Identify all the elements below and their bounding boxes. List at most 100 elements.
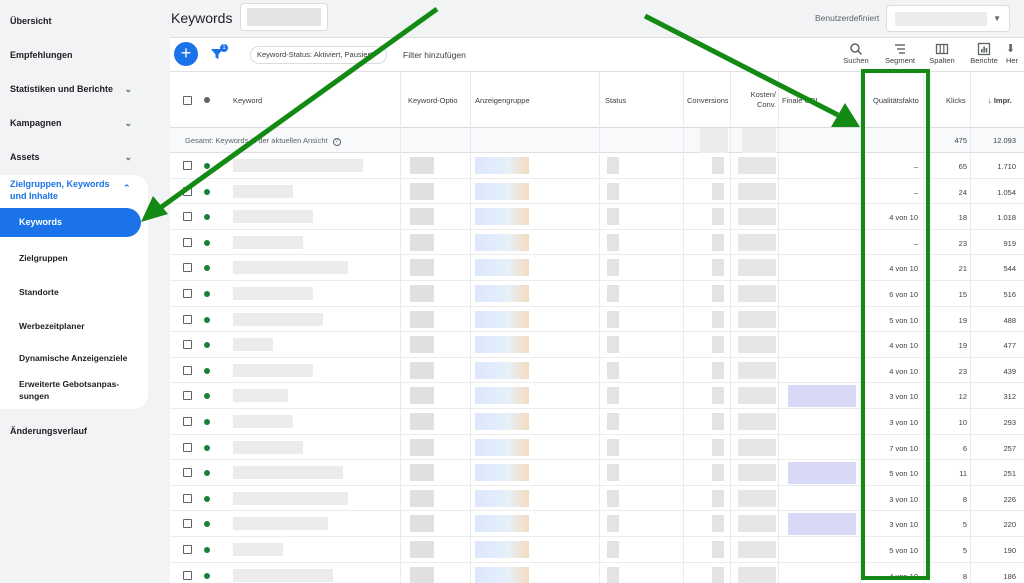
reports-button[interactable]: Berichte <box>966 42 1002 65</box>
redacted-ad-group <box>475 566 529 583</box>
row-checkbox[interactable] <box>183 161 192 170</box>
impressions-cell: 919 <box>1003 238 1016 248</box>
redacted-ad-group <box>475 541 529 558</box>
sort-desc-icon: ↓ <box>988 96 992 105</box>
clicks-cell: 15 <box>958 290 967 299</box>
date-range-select[interactable]: ▼ <box>886 5 1010 32</box>
sidebar-item-stats[interactable]: Statistiken und Berichte ⌄ <box>0 83 148 95</box>
clicks-cell: 19 <box>958 315 967 325</box>
columns-button[interactable]: Spalten <box>924 42 960 65</box>
sidebar-item-overview[interactable]: Übersicht <box>0 15 148 27</box>
sidebar-section-toggle[interactable]: Zielgruppen, Keywords und Inhalte ⌃ <box>10 178 131 202</box>
row-checkbox[interactable] <box>183 468 192 478</box>
row-checkbox[interactable] <box>183 237 192 247</box>
sidebar-item-label: Änderungsverlauf <box>10 426 88 436</box>
impressions-cell: 1.018 <box>997 213 1016 223</box>
column-header-impressions[interactable]: ↓ Impr. <box>988 96 1012 105</box>
columns-icon <box>935 43 949 55</box>
clicks-cell: 5 <box>962 520 967 530</box>
row-checkbox[interactable] <box>183 391 192 401</box>
sidebar-item-recommendations[interactable]: Empfehlungen <box>0 49 148 61</box>
sidebar-item-assets[interactable]: Assets ⌄ <box>0 151 148 163</box>
help-icon[interactable]: ? <box>332 138 341 146</box>
column-divider <box>599 72 600 583</box>
sidebar-item-audiences[interactable]: Zielgruppen <box>19 252 139 264</box>
status-dot <box>204 265 210 272</box>
redacted-ad-group <box>475 464 529 482</box>
sidebar-item-keywords[interactable]: Keywords <box>0 208 141 237</box>
select-all-checkbox[interactable] <box>183 96 192 105</box>
redacted-status <box>607 259 619 277</box>
redacted-final-url <box>788 385 856 408</box>
sidebar-item-ad-schedule[interactable]: Werbezeitplaner <box>19 320 139 332</box>
column-header-match-type[interactable]: Keyword-Optio <box>408 96 458 105</box>
segment-button[interactable]: Segment <box>882 42 918 65</box>
column-header-final-url[interactable]: Finale URL <box>782 96 817 105</box>
column-header-cost-per-conv[interactable]: Kosten/ Conv. <box>740 90 776 110</box>
filter-chip-keyword-status[interactable]: Keyword-Status: Aktiviert, Pausiert <box>250 46 387 64</box>
redacted-match-type <box>410 208 434 226</box>
row-checkbox[interactable] <box>183 263 192 273</box>
redacted-date-range <box>895 12 987 26</box>
row-checkbox[interactable] <box>183 365 192 375</box>
row-checkbox[interactable] <box>183 519 192 529</box>
status-dot <box>204 547 210 553</box>
date-range-label: Benutzerdefiniert <box>815 13 880 23</box>
sidebar: Übersicht Empfehlungen Statistiken und B… <box>0 0 170 583</box>
redacted-keyword <box>233 287 313 300</box>
redacted-cost <box>738 208 776 226</box>
row-checkbox[interactable] <box>183 314 192 324</box>
chevron-down-icon: ⌄ <box>124 84 132 94</box>
column-header-ad-group[interactable]: Anzeigengruppe <box>475 96 530 105</box>
impressions-cell: 226 <box>1003 494 1016 504</box>
page-title: Keywords <box>171 10 233 26</box>
column-header-status[interactable]: Status <box>605 96 626 105</box>
tool-label: Segment <box>884 56 916 65</box>
sidebar-item-campaigns[interactable]: Kampagnen ⌄ <box>0 117 148 129</box>
row-checkbox[interactable] <box>183 493 192 503</box>
sidebar-item-bid-adjustments[interactable]: Erweiterte Gebotsanpas­sungen <box>19 378 139 402</box>
sidebar-item-change-history[interactable]: Änderungsverlauf <box>0 425 148 437</box>
add-filter-button[interactable]: Filter hinzufügen <box>403 50 466 60</box>
account-selector[interactable] <box>240 3 328 31</box>
redacted-status <box>607 413 619 430</box>
redacted-ad-group <box>475 285 529 302</box>
row-checkbox[interactable] <box>183 442 192 452</box>
clicks-cell: 65 <box>958 162 967 171</box>
sidebar-item-label: Übersicht <box>10 16 52 26</box>
top-bar: Keywords Benutzerdefiniert ▼ <box>170 0 1024 38</box>
row-checkbox[interactable] <box>183 186 192 196</box>
redacted-cost <box>738 515 776 533</box>
clicks-cell: 19 <box>958 341 967 351</box>
redacted-conversions <box>712 157 724 174</box>
clicks-cell: 23 <box>958 238 967 248</box>
row-checkbox[interactable] <box>183 545 192 554</box>
redacted-match-type <box>410 259 434 277</box>
redacted-match-type <box>410 413 434 430</box>
row-checkbox[interactable] <box>183 340 192 350</box>
redacted-ad-group <box>475 336 529 354</box>
column-header-clicks[interactable]: Klicks <box>946 96 966 105</box>
sidebar-item-locations[interactable]: Standorte <box>19 286 139 298</box>
row-checkbox[interactable] <box>183 289 192 298</box>
download-button[interactable]: ⬇ Her <box>1006 42 1024 65</box>
chevron-up-icon: ⌃ <box>123 183 131 193</box>
sidebar-item-dynamic-targets[interactable]: Dynamische Anzeigenziele <box>19 352 139 364</box>
column-divider <box>778 72 779 583</box>
search-button[interactable]: Suchen <box>838 42 874 65</box>
search-icon <box>850 43 863 56</box>
row-checkbox[interactable] <box>183 212 192 222</box>
redacted-conversions <box>712 233 724 251</box>
column-header-keyword[interactable]: Keyword <box>233 96 262 105</box>
redacted-conversions <box>712 361 724 379</box>
row-checkbox[interactable] <box>183 570 192 580</box>
clicks-cell: 5 <box>962 546 967 555</box>
redacted-status <box>607 336 619 354</box>
add-keyword-button[interactable]: + <box>174 42 198 66</box>
status-dot <box>204 419 210 425</box>
column-header-conversions[interactable]: Conversions <box>687 96 728 105</box>
redacted-total <box>700 128 728 153</box>
row-checkbox[interactable] <box>183 417 192 426</box>
redacted-status <box>607 489 619 507</box>
impressions-cell: 257 <box>1003 443 1016 453</box>
